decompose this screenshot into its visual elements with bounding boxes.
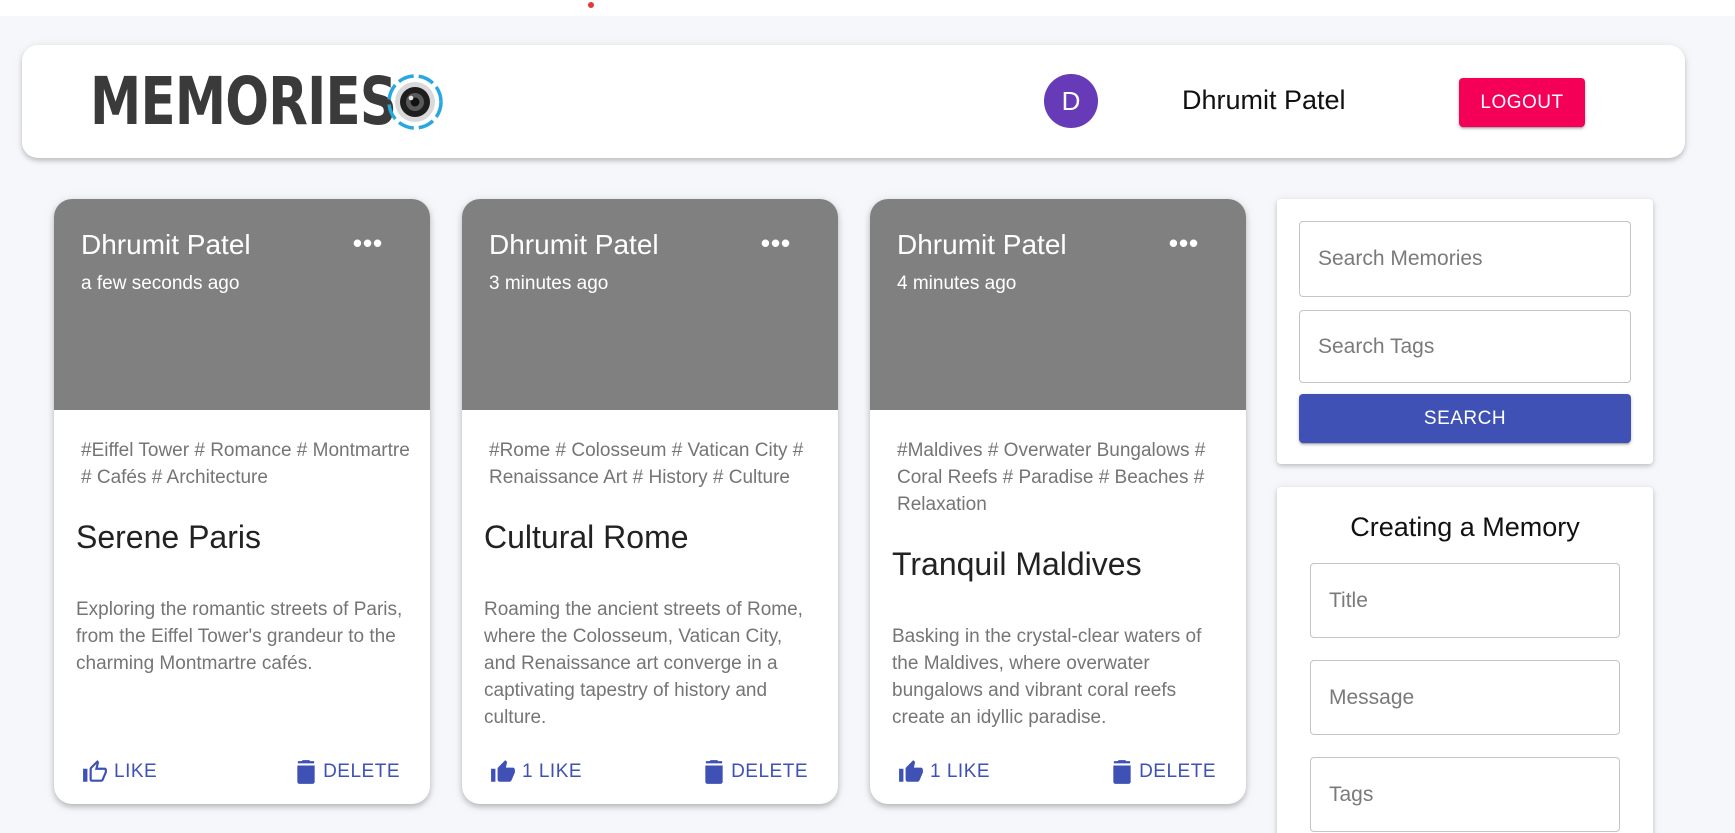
browser-top-strip (0, 0, 1735, 16)
post-author: Dhrumit Patel (897, 229, 1067, 260)
thumb-up-outline-icon (83, 760, 107, 782)
post-author: Dhrumit Patel (489, 229, 659, 260)
post-author: Dhrumit Patel (81, 229, 251, 260)
post-tags: #Rome # Colosseum # Vatican City # Renai… (489, 440, 804, 488)
post-message: Roaming the ancient streets of Rome, whe… (484, 599, 803, 728)
post-actions: 1 LIKE DELETE (870, 754, 1246, 790)
post-title: Serene Paris (76, 519, 261, 555)
post-actions: 1 LIKE DELETE (462, 754, 838, 790)
search-tags-input[interactable] (1299, 310, 1631, 383)
app-bar: MEMORIES D Dhrumit Patel LOGOUT (22, 45, 1685, 158)
delete-button[interactable]: DELETE (295, 754, 400, 790)
post-message: Exploring the romantic streets of Paris,… (76, 599, 403, 674)
create-memory-form: Creating a Memory (1277, 487, 1653, 833)
thumb-up-filled-icon (899, 760, 923, 782)
search-button[interactable]: SEARCH (1299, 394, 1631, 443)
post-tags: #Maldives # Overwater Bungalows # Coral … (897, 440, 1206, 515)
like-button[interactable]: LIKE (82, 754, 157, 790)
post-tags: #Eiffel Tower # Romance # Montmartre # C… (81, 440, 410, 488)
delete-label: DELETE (323, 761, 400, 782)
tags-field[interactable] (1310, 757, 1620, 832)
search-memories-input[interactable] (1299, 221, 1631, 297)
user-avatar[interactable]: D (1044, 74, 1098, 128)
like-button[interactable]: 1 LIKE (490, 754, 582, 790)
post-title: Tranquil Maldives (892, 546, 1142, 582)
delete-button[interactable]: DELETE (703, 754, 808, 790)
more-horiz-icon[interactable]: ••• (1165, 230, 1203, 261)
like-label: 1 LIKE (930, 761, 991, 782)
message-field[interactable] (1310, 660, 1620, 735)
brand-heading[interactable]: MEMORIES (90, 63, 397, 141)
title-field[interactable] (1310, 563, 1620, 638)
post-time: 3 minutes ago (489, 273, 609, 294)
post-actions: LIKE DELETE (54, 754, 430, 790)
like-label: LIKE (114, 761, 158, 782)
trash-icon (1113, 760, 1131, 784)
search-panel: SEARCH (1277, 199, 1653, 464)
delete-label: DELETE (731, 761, 808, 782)
trash-icon (297, 760, 315, 784)
post-message: Basking in the crystal-clear waters of t… (892, 626, 1202, 728)
delete-label: DELETE (1139, 761, 1216, 782)
form-heading: Creating a Memory (1350, 512, 1580, 542)
trash-icon (705, 760, 723, 784)
delete-button[interactable]: DELETE (1111, 754, 1216, 790)
post-card: Dhrumit Patel 3 minutes ago ••• #Rome # … (462, 199, 838, 804)
thumb-up-filled-icon (491, 760, 515, 782)
post-card: Dhrumit Patel a few seconds ago ••• #Eif… (54, 199, 430, 804)
logout-button[interactable]: LOGOUT (1459, 78, 1585, 127)
post-card: Dhrumit Patel 4 minutes ago ••• #Maldive… (870, 199, 1246, 804)
post-title: Cultural Rome (484, 519, 689, 555)
user-name: Dhrumit Patel (1182, 85, 1346, 115)
camera-lens-icon (387, 74, 443, 130)
indicator-dot (588, 2, 594, 8)
like-label: 1 LIKE (522, 761, 583, 782)
like-button[interactable]: 1 LIKE (898, 754, 990, 790)
more-horiz-icon[interactable]: ••• (349, 230, 387, 261)
post-time: 4 minutes ago (897, 273, 1017, 294)
more-horiz-icon[interactable]: ••• (757, 230, 795, 261)
post-time: a few seconds ago (81, 273, 240, 294)
